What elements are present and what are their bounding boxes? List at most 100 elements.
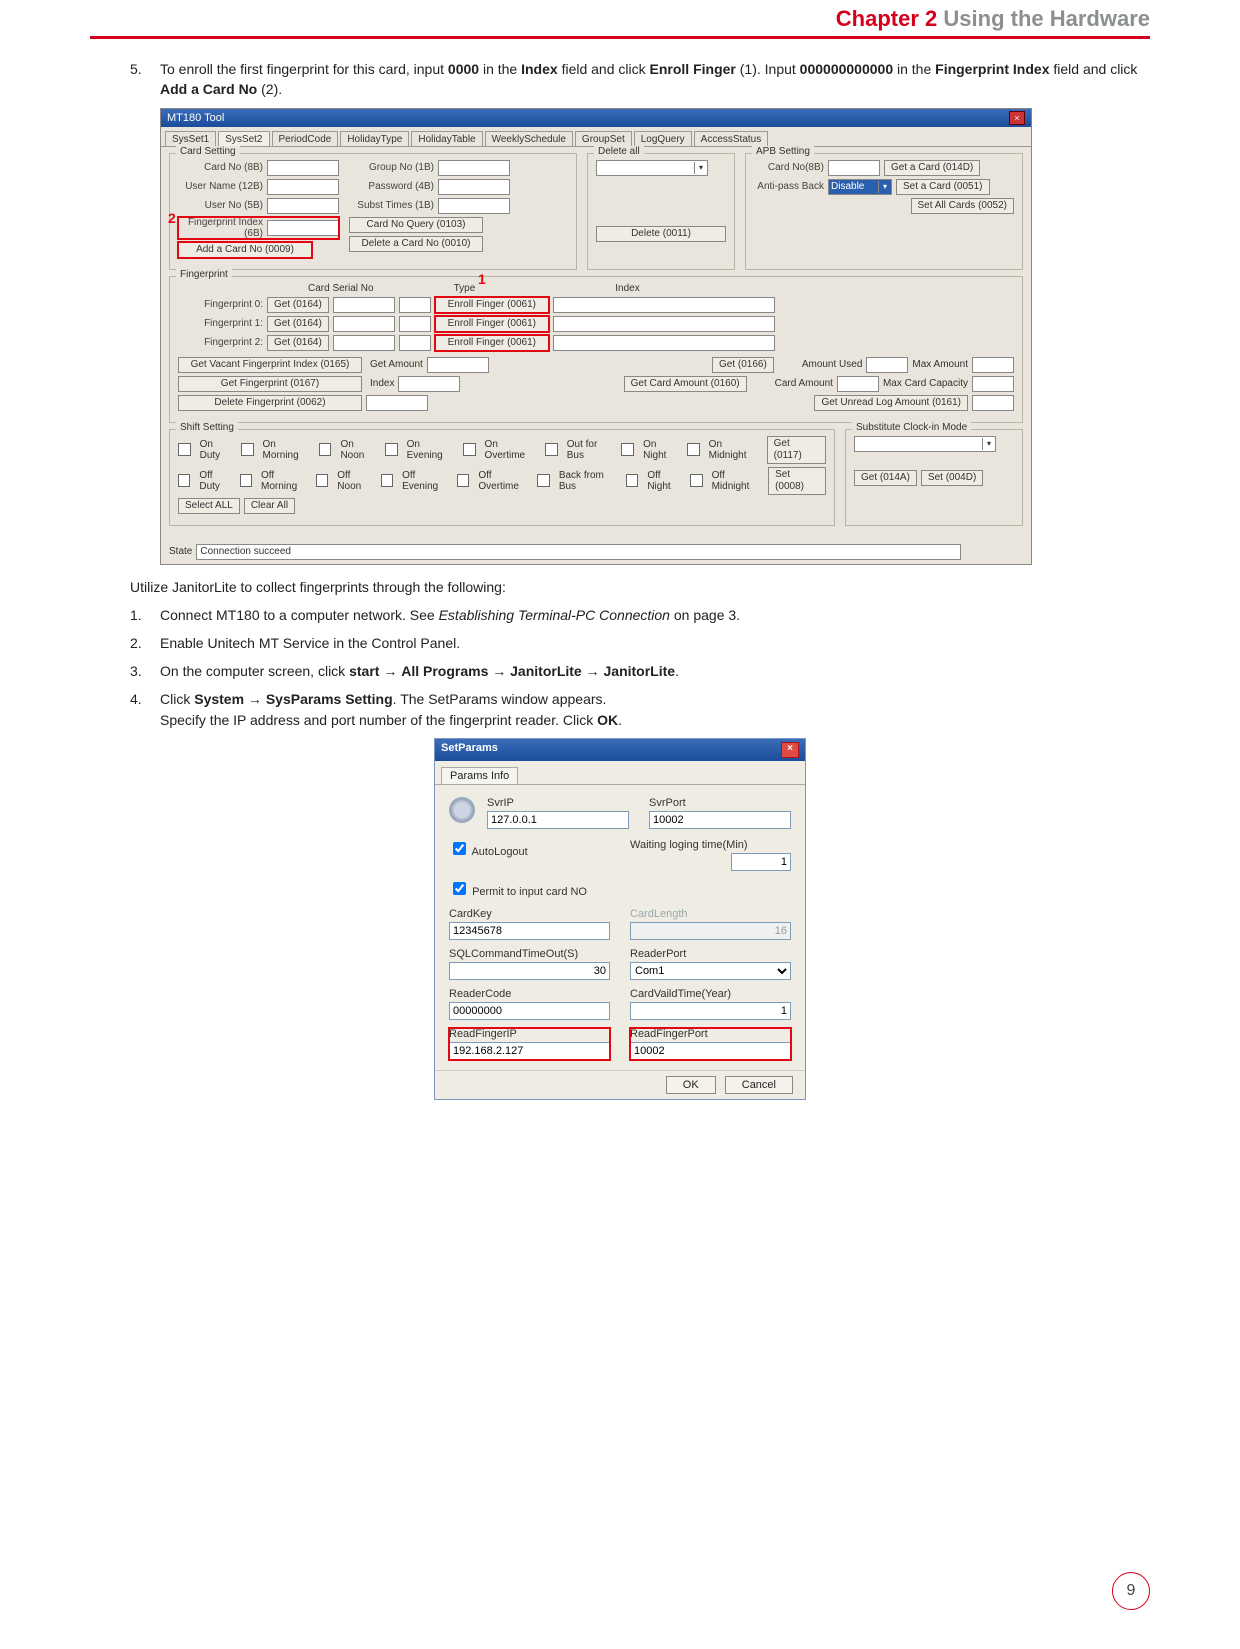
get-card-amount-button[interactable]: Get Card Amount (0160) xyxy=(624,376,747,392)
get-014a-button[interactable]: Get (014A) xyxy=(854,470,917,486)
select-all-button[interactable]: Select ALL xyxy=(178,498,240,514)
back-from-bus-checkbox[interactable] xyxy=(537,474,549,487)
waiting-time-input[interactable] xyxy=(731,853,791,871)
fp2-serial-input[interactable] xyxy=(333,335,395,351)
on-duty-checkbox[interactable] xyxy=(178,443,191,456)
fp1-index-input[interactable] xyxy=(553,316,775,332)
fp2-index-input[interactable] xyxy=(553,335,775,351)
get-fp2-button[interactable]: Get (0164) xyxy=(267,335,329,351)
cardvalidtime-input[interactable] xyxy=(630,1002,791,1020)
subst-times-input[interactable] xyxy=(438,198,510,214)
readfingerport-input[interactable] xyxy=(630,1042,791,1060)
group-no-input[interactable] xyxy=(438,160,510,176)
clear-all-button[interactable]: Clear All xyxy=(244,498,295,514)
off-morning-checkbox[interactable] xyxy=(240,474,252,487)
fp-index-input[interactable] xyxy=(398,376,460,392)
on-noon-checkbox[interactable] xyxy=(319,443,332,456)
shift-get-button[interactable]: Get (0117) xyxy=(767,436,826,464)
card-no-query-button[interactable]: Card No Query (0103) xyxy=(349,217,483,233)
fp0-type-input[interactable] xyxy=(399,297,431,313)
password-input[interactable] xyxy=(438,179,510,195)
get-0166-button[interactable]: Get (0166) xyxy=(712,357,774,373)
svrip-input[interactable] xyxy=(487,811,629,829)
tab-holidaytable[interactable]: HolidayTable xyxy=(411,131,482,146)
close-icon[interactable]: × xyxy=(781,742,799,758)
unread-log-input[interactable] xyxy=(972,395,1014,411)
readerport-select[interactable]: Com1 xyxy=(630,962,791,980)
enroll-finger-1-button[interactable]: Enroll Finger (0061) xyxy=(435,316,549,332)
fingerprint-group: Fingerprint 1 Card Serial No Type Index … xyxy=(169,276,1023,423)
tab-holidaytype[interactable]: HolidayType xyxy=(340,131,409,146)
substitute-select[interactable]: ▾ xyxy=(854,436,996,452)
set-all-cards-button[interactable]: Set All Cards (0052) xyxy=(911,198,1015,214)
callout-2: 2 xyxy=(168,210,176,226)
add-card-no-button[interactable]: Add a Card No (0009) xyxy=(178,242,312,258)
card-no-input[interactable] xyxy=(267,160,339,176)
readfingerip-input[interactable] xyxy=(449,1042,610,1060)
off-midnight-checkbox[interactable] xyxy=(690,474,702,487)
card-amount-input[interactable] xyxy=(837,376,879,392)
delete-fp-input[interactable] xyxy=(366,395,428,411)
delete-fingerprint-button[interactable]: Delete Fingerprint (0062) xyxy=(178,395,362,411)
fp0-serial-input[interactable] xyxy=(333,297,395,313)
off-duty-checkbox[interactable] xyxy=(178,474,190,487)
apb-cardno-input[interactable] xyxy=(828,160,880,176)
enroll-finger-2-button[interactable]: Enroll Finger (0061) xyxy=(435,335,549,351)
fp2-type-input[interactable] xyxy=(399,335,431,351)
get-unread-log-button[interactable]: Get Unread Log Amount (0161) xyxy=(814,395,968,411)
permit-card-no-checkbox[interactable] xyxy=(453,882,466,895)
tab-logquery[interactable]: LogQuery xyxy=(634,131,692,146)
tab-accessstatus[interactable]: AccessStatus xyxy=(694,131,769,146)
close-icon[interactable]: × xyxy=(1009,111,1025,125)
sql-timeout-input[interactable] xyxy=(449,962,610,980)
user-no-input[interactable] xyxy=(267,198,339,214)
tab-sysset1[interactable]: SysSet1 xyxy=(165,131,216,146)
out-for-bus-checkbox[interactable] xyxy=(545,443,558,456)
off-evening-checkbox[interactable] xyxy=(381,474,393,487)
svrport-input[interactable] xyxy=(649,811,791,829)
delete-all-select[interactable]: ▾ xyxy=(596,160,708,176)
fingerprint-index-input[interactable] xyxy=(267,220,339,236)
delete-card-no-button[interactable]: Delete a Card No (0010) xyxy=(349,236,483,252)
off-noon-checkbox[interactable] xyxy=(316,474,328,487)
amount-used-input[interactable] xyxy=(866,357,908,373)
fp1-type-input[interactable] xyxy=(399,316,431,332)
chevron-down-icon: ▾ xyxy=(982,438,995,450)
readercode-input[interactable] xyxy=(449,1002,610,1020)
on-morning-checkbox[interactable] xyxy=(241,443,254,456)
tab-sysset2[interactable]: SysSet2 xyxy=(218,131,269,146)
user-name-input[interactable] xyxy=(267,179,339,195)
ok-button[interactable]: OK xyxy=(666,1076,716,1094)
get-fp0-button[interactable]: Get (0164) xyxy=(267,297,329,313)
shift-set-button[interactable]: Set (0008) xyxy=(768,467,826,495)
fingerprint-index-row: Fingerprint Index (6B) xyxy=(178,217,339,239)
get-fingerprint-button[interactable]: Get Fingerprint (0167) xyxy=(178,376,362,392)
cancel-button[interactable]: Cancel xyxy=(725,1076,793,1094)
delete-button[interactable]: Delete (0011) xyxy=(596,226,726,242)
on-overtime-checkbox[interactable] xyxy=(463,443,476,456)
get-amount-input[interactable] xyxy=(427,357,489,373)
tab-groupset[interactable]: GroupSet xyxy=(575,131,632,146)
tab-periodcode[interactable]: PeriodCode xyxy=(272,131,339,146)
tab-weeklyschedule[interactable]: WeeklySchedule xyxy=(485,131,573,146)
on-evening-checkbox[interactable] xyxy=(385,443,398,456)
enroll-finger-0-button[interactable]: Enroll Finger (0061) xyxy=(435,297,549,313)
fp0-index-input[interactable] xyxy=(553,297,775,313)
cardkey-input[interactable] xyxy=(449,922,610,940)
on-night-checkbox[interactable] xyxy=(621,443,634,456)
fp1-serial-input[interactable] xyxy=(333,316,395,332)
set-004d-button[interactable]: Set (004D) xyxy=(921,470,983,486)
on-midnight-checkbox[interactable] xyxy=(687,443,700,456)
cardlength-input xyxy=(630,922,791,940)
get-a-card-button[interactable]: Get a Card (014D) xyxy=(884,160,980,176)
tab-params-info[interactable]: Params Info xyxy=(441,767,518,784)
off-overtime-checkbox[interactable] xyxy=(457,474,469,487)
max-amount-input[interactable] xyxy=(972,357,1014,373)
get-vacant-fp-index-button[interactable]: Get Vacant Fingerprint Index (0165) xyxy=(178,357,362,373)
get-fp1-button[interactable]: Get (0164) xyxy=(267,316,329,332)
autologout-checkbox[interactable] xyxy=(453,842,466,855)
anti-pass-back-select[interactable]: Disable▾ xyxy=(828,179,892,195)
off-night-checkbox[interactable] xyxy=(626,474,638,487)
max-card-capacity-input[interactable] xyxy=(972,376,1014,392)
set-a-card-button[interactable]: Set a Card (0051) xyxy=(896,179,990,195)
